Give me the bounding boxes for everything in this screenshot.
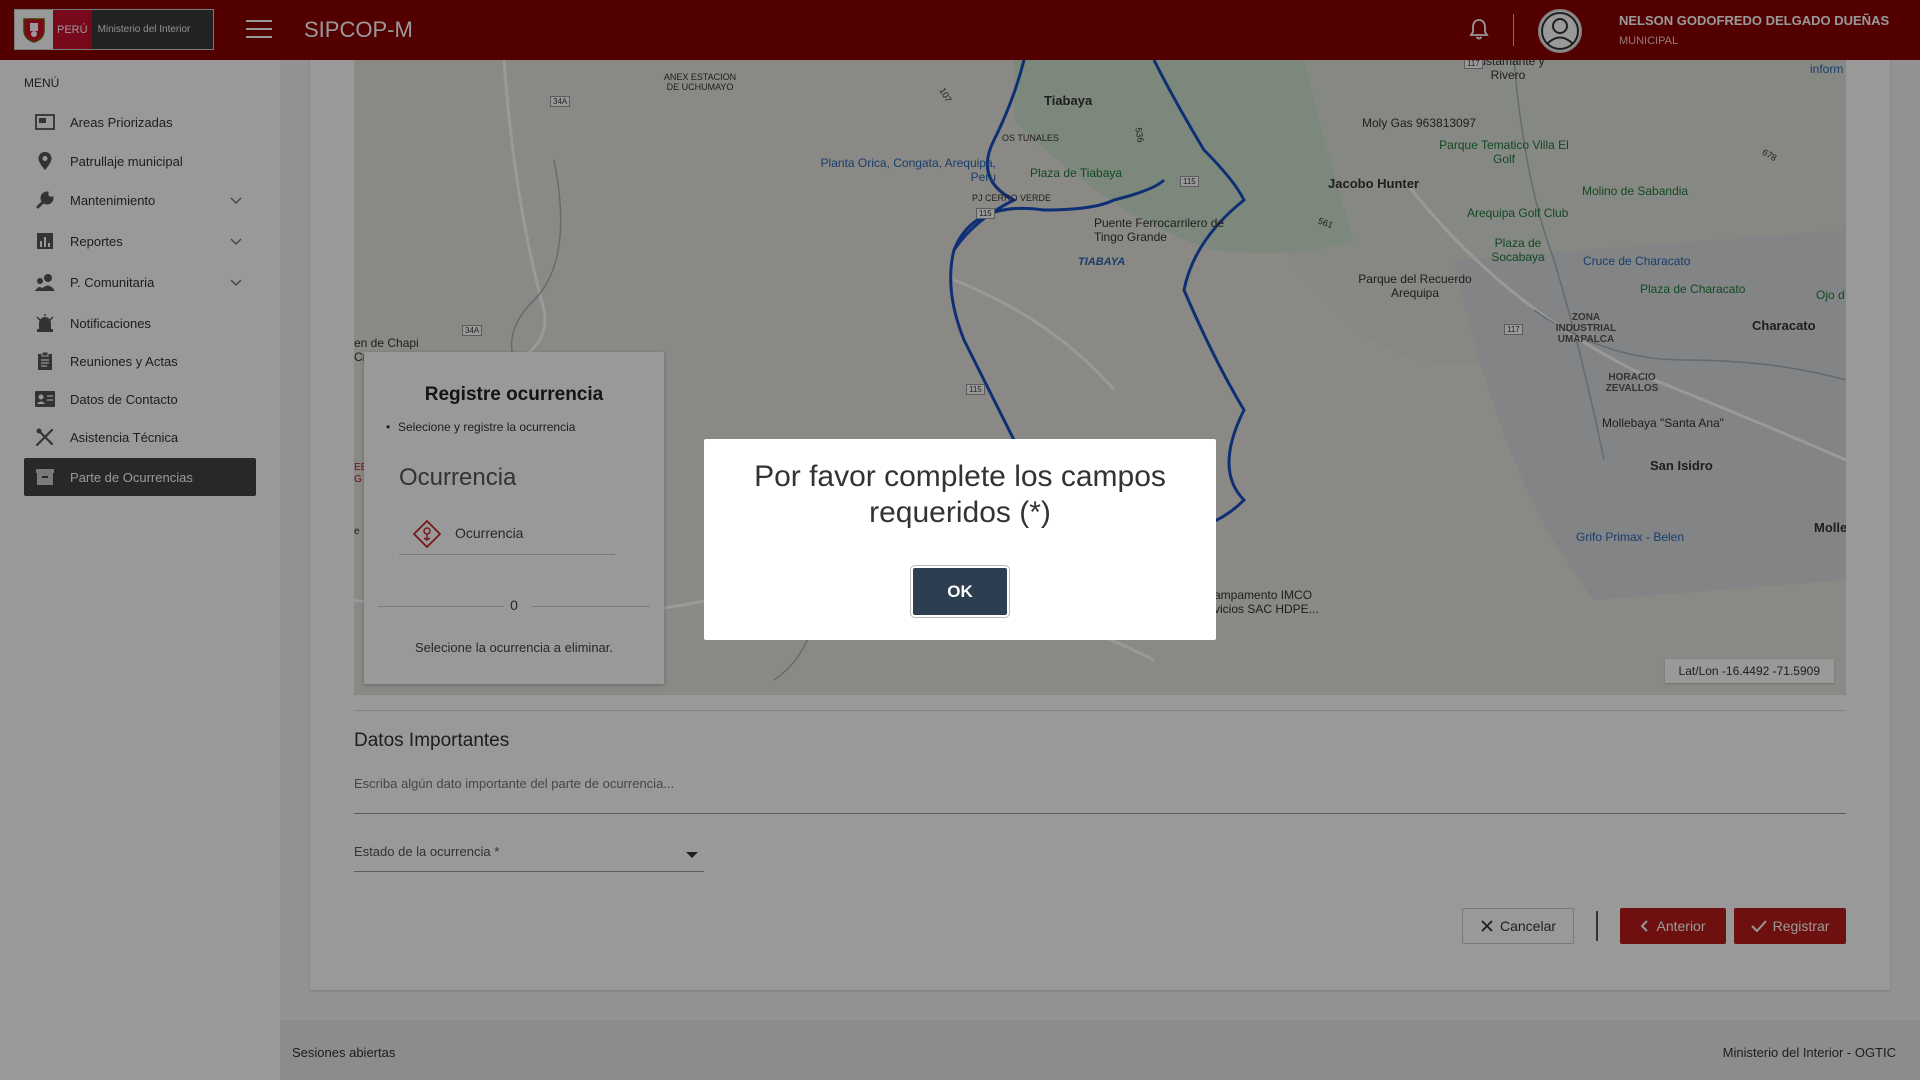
alert-dialog: Por favor complete los campos requeridos…	[704, 439, 1216, 640]
alert-message: Por favor complete los campos requeridos…	[754, 460, 1166, 529]
ok-button[interactable]: OK	[910, 565, 1010, 618]
